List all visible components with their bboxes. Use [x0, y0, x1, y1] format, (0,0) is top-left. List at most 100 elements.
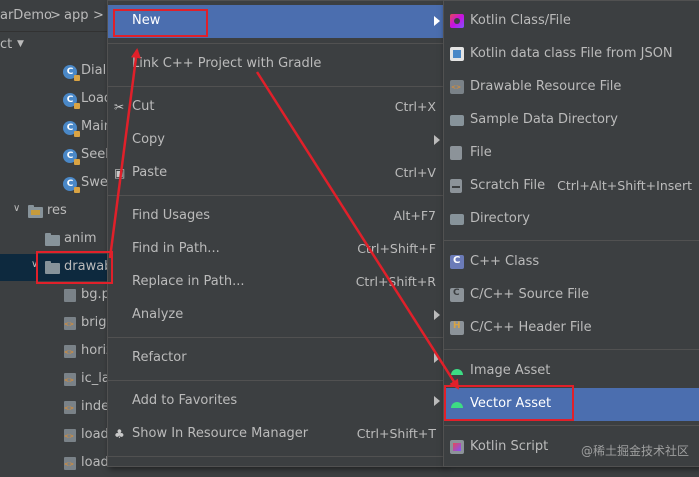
cpp-class-icon	[450, 255, 464, 269]
menu-separator	[108, 337, 444, 338]
clipboard-icon: ▣	[114, 166, 126, 180]
menu-item-paste[interactable]: ▣ Paste Ctrl+V	[108, 157, 444, 190]
res-folder-icon	[28, 205, 43, 218]
tree-item[interactable]: C Main	[0, 114, 110, 141]
kotlin-class-icon: C	[63, 65, 80, 81]
menu-item-label: Analyze	[132, 307, 184, 322]
submenu-item-scratch-file[interactable]: Scratch File Ctrl+Alt+Shift+Insert	[444, 170, 699, 203]
kotlin-class-icon: C	[63, 177, 80, 193]
menu-item-analyze[interactable]: Analyze	[108, 299, 444, 332]
tree-item-label: inde	[81, 399, 110, 414]
breadcrumb-project[interactable]: arDemo	[0, 8, 52, 23]
menu-item-shortcut: Ctrl+X	[394, 99, 436, 114]
submenu-item-label: C++ Class	[470, 254, 540, 269]
submenu-item-directory[interactable]: Directory	[444, 203, 699, 236]
tree-item-label: load	[81, 427, 109, 442]
menu-item-label: Find Usages	[132, 208, 211, 223]
tree-item[interactable]: C Dialo	[0, 58, 110, 85]
cpp-header-icon	[450, 321, 464, 335]
submenu-arrow-icon	[434, 135, 440, 145]
menu-item-add-to-favorites[interactable]: Add to Favorites	[108, 385, 444, 418]
collapse-arrow-icon[interactable]: ∨	[31, 259, 38, 270]
menu-item-label: Copy	[132, 132, 165, 147]
submenu-item-cpp-header[interactable]: C/C++ Header File	[444, 312, 699, 345]
collapse-arrow-icon[interactable]: ∨	[13, 203, 20, 214]
submenu-item-label: Directory	[470, 211, 530, 226]
submenu-item-label: Kotlin Script	[470, 439, 549, 454]
project-view-header[interactable]: ct ▼	[0, 32, 110, 58]
cpp-source-icon	[450, 288, 464, 302]
menu-item-label: Show In Resource Manager	[132, 426, 309, 441]
tree-item[interactable]: C Load	[0, 86, 110, 113]
menu-item-label: Paste	[132, 165, 168, 180]
submenu-item-image-asset[interactable]: Image Asset	[444, 355, 699, 388]
menu-item-label: Find in Path...	[132, 241, 220, 256]
menu-separator	[444, 425, 699, 426]
submenu-item-label: Drawable Resource File	[470, 79, 622, 94]
tree-item[interactable]: load	[0, 450, 110, 477]
menu-item-new[interactable]: New	[108, 5, 444, 38]
menu-separator	[108, 43, 444, 44]
menu-separator	[108, 195, 444, 196]
submenu-item-file[interactable]: File	[444, 137, 699, 170]
tree-item[interactable]: load	[0, 422, 110, 449]
menu-separator	[444, 349, 699, 350]
submenu-item-drawable-resource[interactable]: Drawable Resource File	[444, 71, 699, 104]
xml-file-icon	[450, 80, 464, 94]
tree-item-res[interactable]: ∨ res	[0, 198, 110, 225]
project-tool-window: arDemo > app > ct ▼ C Dialo C Load C Mai…	[0, 0, 110, 470]
menu-item-label: New	[132, 13, 161, 28]
menu-item-find-usages[interactable]: Find Usages Alt+F7	[108, 200, 444, 233]
android-icon	[450, 364, 464, 378]
submenu-item-vector-asset[interactable]: Vector Asset	[444, 388, 699, 421]
breadcrumb-module[interactable]: app	[64, 8, 88, 23]
tree-item[interactable]: brig	[0, 310, 110, 337]
tree-item-anim[interactable]: anim	[0, 226, 110, 253]
submenu-item-kotlin-class[interactable]: Kotlin Class/File	[444, 5, 699, 38]
submenu-arrow-icon	[434, 310, 440, 320]
menu-item-cut[interactable]: ✂ Cut Ctrl+X	[108, 91, 444, 124]
file-icon	[450, 146, 462, 160]
xml-file-icon	[64, 429, 76, 442]
tree-item[interactable]: inde	[0, 394, 110, 421]
menu-item-label: Replace in Path...	[132, 274, 245, 289]
submenu-item-label: Kotlin data class File from JSON	[470, 46, 673, 61]
tree-item-drawable[interactable]: ∨ drawab	[0, 254, 110, 281]
breadcrumb-separator: >	[50, 8, 61, 23]
tree-item[interactable]: C Seek	[0, 142, 110, 169]
kotlin-class-icon: C	[63, 121, 80, 137]
submenu-item-label: Sample Data Directory	[470, 112, 618, 127]
scissors-icon: ✂	[114, 100, 125, 114]
submenu-item-cpp-source[interactable]: C/C++ Source File	[444, 279, 699, 312]
tree-item[interactable]: bg.p	[0, 282, 110, 309]
view-dropdown-icon[interactable]: ▼	[17, 39, 24, 49]
menu-item-replace-in-path[interactable]: Replace in Path... Ctrl+Shift+R	[108, 266, 444, 299]
breadcrumb-separator: >	[93, 8, 104, 23]
menu-item-label: Add to Favorites	[132, 393, 238, 408]
menu-item-find-in-path[interactable]: Find in Path... Ctrl+Shift+F	[108, 233, 444, 266]
xml-file-icon	[64, 373, 76, 386]
menu-item-refactor[interactable]: Refactor	[108, 342, 444, 375]
submenu-item-label: C/C++ Source File	[470, 287, 589, 302]
submenu-item-cpp-class[interactable]: C++ Class	[444, 246, 699, 279]
submenu-item-label: Kotlin Class/File	[470, 13, 571, 28]
tree-item[interactable]: C Swee	[0, 170, 110, 197]
menu-item-shortcut: Ctrl+Shift+T	[356, 426, 436, 441]
menu-separator	[108, 380, 444, 381]
menu-item-link-cpp-project[interactable]: Link C++ Project with Gradle	[108, 48, 444, 81]
tree-item-label: horiz	[81, 343, 110, 358]
menu-separator	[108, 86, 444, 87]
submenu-item-label: Image Asset	[470, 363, 551, 378]
menu-item-label: Cut	[132, 99, 155, 114]
submenu-arrow-icon	[434, 16, 440, 26]
menu-item-copy[interactable]: Copy	[108, 124, 444, 157]
submenu-item-kotlin-data-class-json[interactable]: Kotlin data class File from JSON	[444, 38, 699, 71]
tree-item-label: Seek	[81, 147, 110, 162]
menu-item-show-in-resource-manager[interactable]: ♣ Show In Resource Manager Ctrl+Shift+T	[108, 418, 444, 451]
tree-item-label: drawab	[64, 259, 110, 274]
tree-item[interactable]: ic_la	[0, 366, 110, 393]
tree-item-label: load	[81, 455, 109, 470]
submenu-item-sample-data-directory[interactable]: Sample Data Directory	[444, 104, 699, 137]
submenu-arrow-icon	[434, 353, 440, 363]
tree-item[interactable]: horiz	[0, 338, 110, 365]
